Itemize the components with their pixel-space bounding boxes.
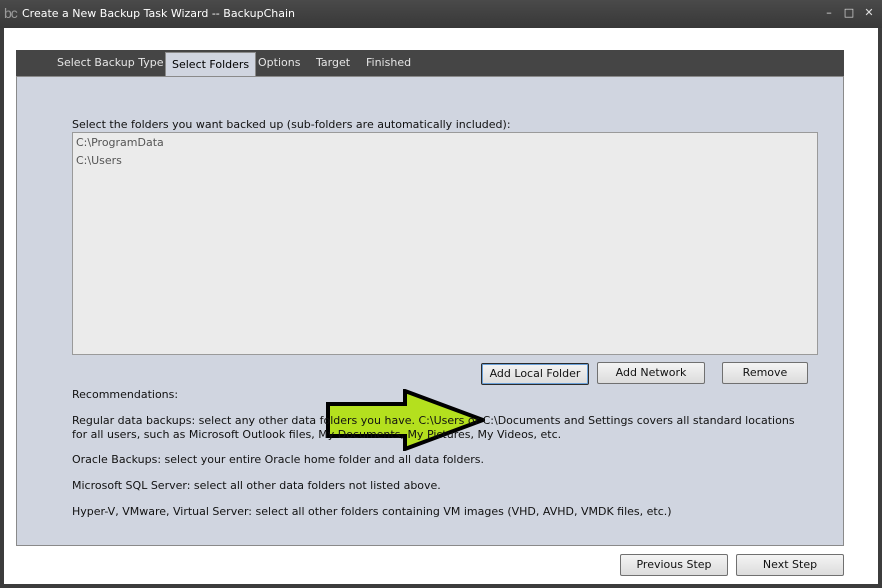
folders-prompt: Select the folders you want backed up (s… <box>72 118 511 131</box>
backupchain-logo: bc <box>4 5 18 21</box>
select-folders-panel: Select the folders you want backed up (s… <box>16 76 844 546</box>
recommendation-hyperv: Hyper-V, VMware, Virtual Server: select … <box>72 505 672 518</box>
recommendation-oracle: Oracle Backups: select your entire Oracl… <box>72 453 484 466</box>
list-item[interactable]: C:\ProgramData <box>76 136 164 149</box>
recommendations-heading: Recommendations: <box>72 388 179 401</box>
remove-button[interactable]: Remove <box>722 362 808 384</box>
next-step-button[interactable]: Next Step <box>736 554 844 576</box>
recommendation-regular-line2: for all users, such as Microsoft Outlook… <box>72 428 562 441</box>
add-local-folder-button[interactable]: Add Local Folder <box>481 363 589 385</box>
previous-step-button[interactable]: Previous Step <box>620 554 728 576</box>
recommendation-regular-line1: Regular data backups: select any other d… <box>72 414 795 427</box>
add-network-button[interactable]: Add Network <box>597 362 705 384</box>
wizard-window: bc Create a New Backup Task Wizard -- Ba… <box>0 0 882 588</box>
folder-list[interactable]: C:\ProgramData C:\Users <box>72 132 818 355</box>
recommendation-sql: Microsoft SQL Server: select all other d… <box>72 479 441 492</box>
tab-options[interactable]: Options <box>258 50 300 76</box>
tab-strip: Select Backup Type Select Folders Option… <box>16 50 844 79</box>
title-bar[interactable]: bc Create a New Backup Task Wizard -- Ba… <box>0 0 882 28</box>
tab-select-backup-type[interactable]: Select Backup Type <box>57 50 164 76</box>
maximize-icon[interactable]: □ <box>842 6 856 20</box>
tab-select-folders[interactable]: Select Folders <box>165 52 257 79</box>
close-icon[interactable]: ✕ <box>862 6 876 20</box>
tab-finished[interactable]: Finished <box>366 50 411 76</box>
minimize-icon[interactable]: – <box>822 6 836 20</box>
wizard-frame: Select Backup Type Select Folders Option… <box>4 28 878 584</box>
window-title: Create a New Backup Task Wizard -- Backu… <box>22 7 296 20</box>
list-item[interactable]: C:\Users <box>76 154 122 167</box>
tab-target[interactable]: Target <box>316 50 350 76</box>
